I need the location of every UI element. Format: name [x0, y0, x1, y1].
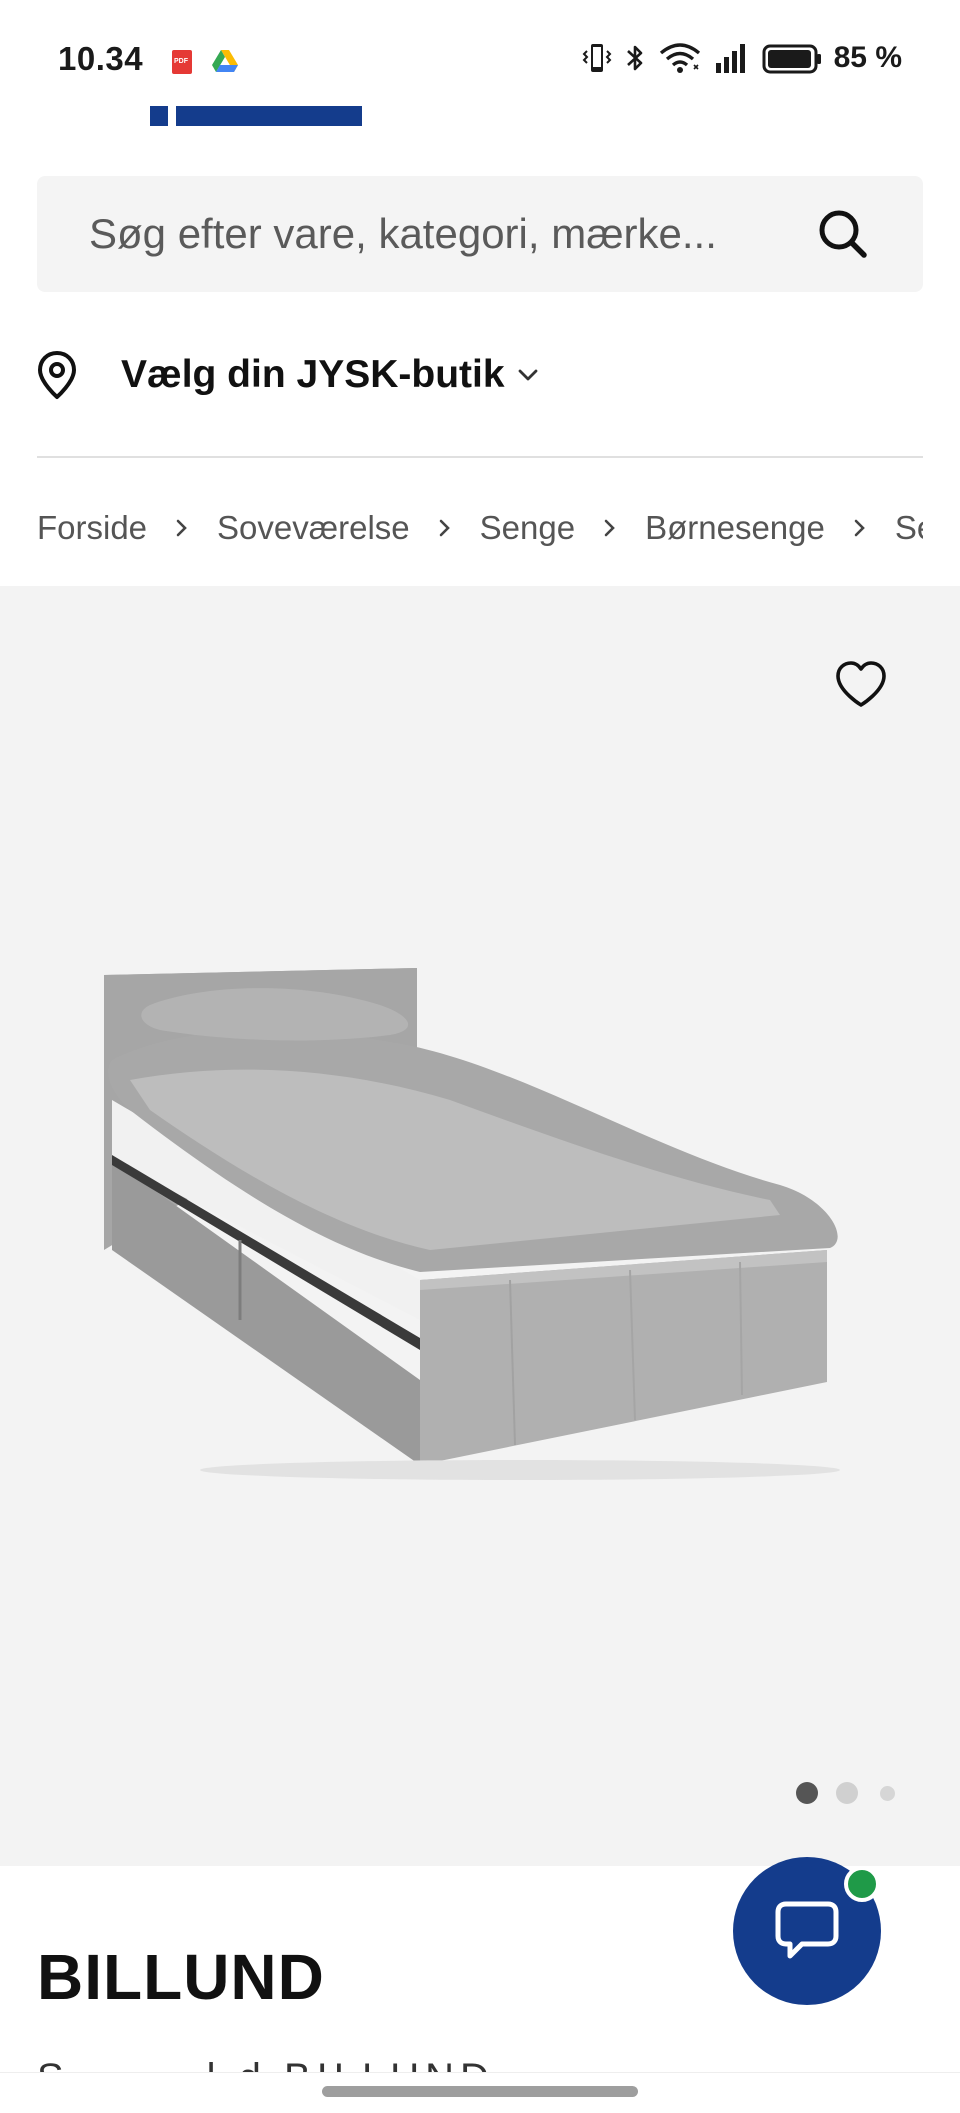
jysk-logo[interactable] — [150, 106, 362, 126]
heart-icon — [836, 661, 886, 707]
store-selector[interactable]: Vælg din JYSK-butik — [37, 340, 541, 410]
chat-bubble-icon — [775, 1901, 839, 1959]
gesture-handle[interactable] — [322, 2086, 638, 2097]
divider — [37, 456, 923, 458]
drive-icon — [212, 50, 238, 72]
status-bar: 10.34 PDF 85 % — [0, 0, 960, 110]
gallery-dot-3[interactable] — [880, 1785, 895, 1801]
breadcrumb-item-bornesenge[interactable]: Børnesenge — [645, 509, 825, 547]
breadcrumb-item-sovevaerelse[interactable]: Soveværelse — [217, 509, 410, 547]
breadcrumb-item-seng[interactable]: Seng — [895, 509, 923, 547]
battery-icon — [762, 44, 821, 74]
gallery-pagination — [796, 1782, 895, 1804]
search-input[interactable] — [89, 206, 809, 262]
chevron-down-icon — [517, 363, 541, 387]
product-image-bed — [90, 950, 880, 1490]
breadcrumb: Forside Soveværelse Senge Børnesenge Sen… — [37, 498, 923, 558]
wifi-icon — [659, 43, 700, 73]
search-icon — [819, 210, 867, 258]
favorite-button[interactable] — [834, 660, 888, 710]
chevron-right-icon — [438, 517, 452, 539]
bluetooth-icon — [626, 45, 642, 71]
chat-online-badge — [844, 1866, 880, 1902]
breadcrumb-item-forside[interactable]: Forside — [37, 509, 147, 547]
pdf-icon: PDF — [172, 50, 192, 74]
signal-icon — [715, 44, 745, 73]
search-button[interactable] — [813, 204, 873, 264]
breadcrumb-item-senge[interactable]: Senge — [480, 509, 575, 547]
chevron-right-icon — [603, 517, 617, 539]
gallery-dot-1[interactable] — [796, 1782, 818, 1804]
store-selector-label: Vælg din JYSK-butik — [121, 353, 505, 396]
gallery-dot-2[interactable] — [836, 1782, 858, 1804]
chevron-right-icon — [853, 517, 867, 539]
location-pin-icon — [37, 347, 87, 403]
status-time: 10.34 — [58, 40, 144, 77]
vibrate-icon — [582, 44, 612, 72]
chevron-right-icon — [175, 517, 189, 539]
battery-percent: 85 % — [833, 41, 902, 74]
product-title: BILLUND — [37, 1941, 325, 2013]
system-tray: 85 % — [582, 38, 902, 78]
search-box — [37, 176, 923, 292]
